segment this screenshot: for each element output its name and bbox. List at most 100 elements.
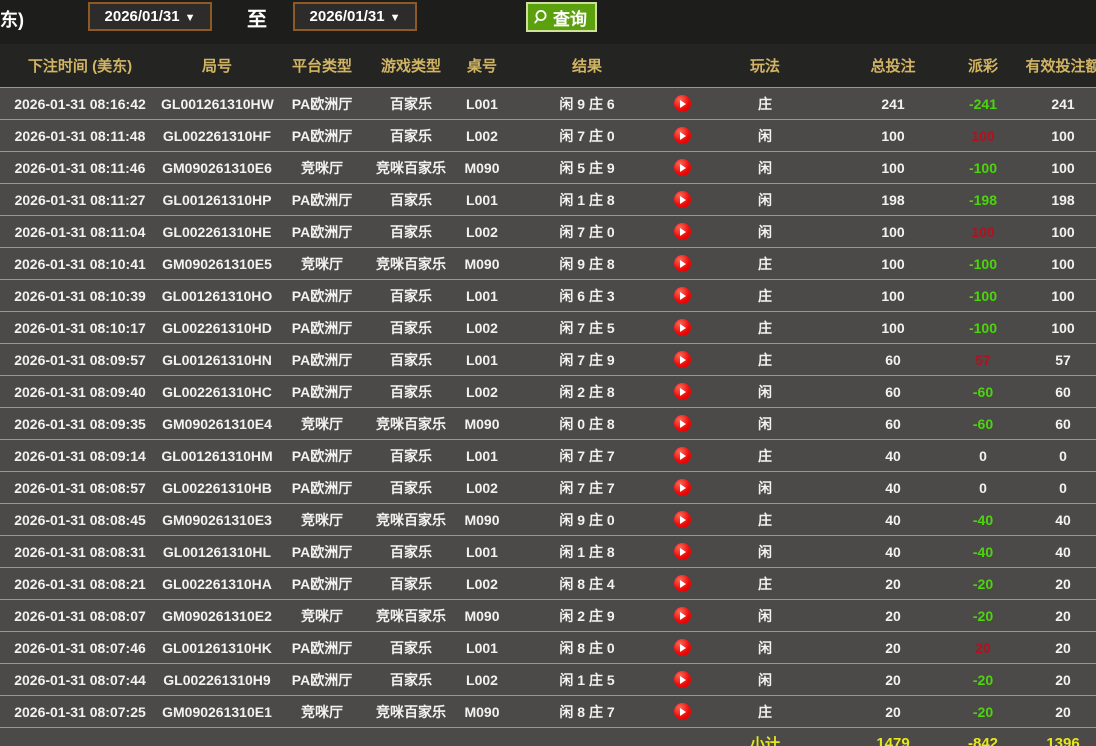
play-triangle-icon bbox=[680, 324, 686, 332]
replay-play-icon[interactable] bbox=[674, 415, 691, 432]
col-header-valid-bet: 有效投注额 bbox=[1008, 44, 1096, 88]
date-to-picker[interactable]: 2026/01/31 ▼ bbox=[293, 2, 417, 31]
bet-time-cell: 2026-01-31 08:09:40 bbox=[0, 376, 160, 408]
valid-bet-cell: 198 bbox=[1008, 184, 1096, 216]
total-bet-cell: 40 bbox=[828, 504, 958, 536]
payout-cell: 57 bbox=[958, 344, 1008, 376]
replay-play-icon[interactable] bbox=[674, 447, 691, 464]
subtotal-payout: -842 bbox=[958, 728, 1008, 746]
total-bet-cell: 100 bbox=[828, 248, 958, 280]
play-type-cell: 闲 bbox=[702, 408, 828, 440]
bet-time-cell: 2026-01-31 08:08:07 bbox=[0, 600, 160, 632]
replay-play-icon[interactable] bbox=[674, 127, 691, 144]
subtotal-spacer bbox=[0, 728, 702, 746]
replay-play-icon[interactable] bbox=[674, 159, 691, 176]
replay-play-icon[interactable] bbox=[674, 607, 691, 624]
replay-cell bbox=[662, 696, 702, 728]
bet-time-cell: 2026-01-31 08:11:46 bbox=[0, 152, 160, 184]
replay-play-icon[interactable] bbox=[674, 319, 691, 336]
table-row: 2026-01-31 08:11:27GL001261310HPPA欧洲厅百家乐… bbox=[0, 184, 1096, 216]
payout-cell: -20 bbox=[958, 664, 1008, 696]
game-type-cell: 百家乐 bbox=[370, 440, 452, 472]
replay-play-icon[interactable] bbox=[674, 639, 691, 656]
table-row: 2026-01-31 08:08:07GM090261310E2竞咪厅竞咪百家乐… bbox=[0, 600, 1096, 632]
bet-time-cell: 2026-01-31 08:11:04 bbox=[0, 216, 160, 248]
play-triangle-icon bbox=[680, 580, 686, 588]
subtotal-total-bet: 1479 bbox=[828, 728, 958, 746]
replay-play-icon[interactable] bbox=[674, 511, 691, 528]
replay-play-icon[interactable] bbox=[674, 703, 691, 720]
table-no-cell: L001 bbox=[452, 280, 512, 312]
game-type-cell: 百家乐 bbox=[370, 184, 452, 216]
replay-play-icon[interactable] bbox=[674, 383, 691, 400]
table-no-cell: L001 bbox=[452, 184, 512, 216]
table-row: 2026-01-31 08:08:45GM090261310E3竞咪厅竞咪百家乐… bbox=[0, 504, 1096, 536]
date-from-picker[interactable]: 2026/01/31 ▼ bbox=[88, 2, 212, 31]
platform-cell: 竞咪厅 bbox=[274, 600, 370, 632]
bet-time-cell: 2026-01-31 08:07:25 bbox=[0, 696, 160, 728]
date-from-value: 2026/01/31 bbox=[105, 8, 180, 25]
game-no-cell: GM090261310E4 bbox=[160, 408, 274, 440]
bet-history-table-wrap: 下注时间 (美东) 局号 平台类型 游戏类型 桌号 结果 玩法 总投注 派彩 有… bbox=[0, 44, 1096, 746]
table-row: 2026-01-31 08:09:40GL002261310HCPA欧洲厅百家乐… bbox=[0, 376, 1096, 408]
replay-cell bbox=[662, 664, 702, 696]
bet-time-cell: 2026-01-31 08:07:44 bbox=[0, 664, 160, 696]
result-cell: 闲 8 庄 4 bbox=[512, 568, 662, 600]
payout-cell: -241 bbox=[958, 88, 1008, 120]
platform-cell: PA欧洲厅 bbox=[274, 664, 370, 696]
replay-play-icon[interactable] bbox=[674, 351, 691, 368]
game-no-cell: GL001261310HO bbox=[160, 280, 274, 312]
result-cell: 闲 7 庄 0 bbox=[512, 216, 662, 248]
replay-play-icon[interactable] bbox=[674, 543, 691, 560]
table-row: 2026-01-31 08:10:39GL001261310HOPA欧洲厅百家乐… bbox=[0, 280, 1096, 312]
game-type-cell: 竞咪百家乐 bbox=[370, 600, 452, 632]
play-triangle-icon bbox=[680, 676, 686, 684]
payout-cell: -100 bbox=[958, 152, 1008, 184]
table-no-cell: L002 bbox=[452, 120, 512, 152]
total-bet-cell: 20 bbox=[828, 664, 958, 696]
replay-cell bbox=[662, 440, 702, 472]
payout-cell: 0 bbox=[958, 472, 1008, 504]
payout-cell: -100 bbox=[958, 280, 1008, 312]
game-type-cell: 百家乐 bbox=[370, 280, 452, 312]
game-no-cell: GM090261310E3 bbox=[160, 504, 274, 536]
col-header-play-type: 玩法 bbox=[702, 44, 828, 88]
game-type-cell: 百家乐 bbox=[370, 88, 452, 120]
game-no-cell: GL001261310HW bbox=[160, 88, 274, 120]
game-no-cell: GL001261310HK bbox=[160, 632, 274, 664]
table-row: 2026-01-31 08:11:48GL002261310HFPA欧洲厅百家乐… bbox=[0, 120, 1096, 152]
total-bet-cell: 100 bbox=[828, 280, 958, 312]
table-row: 2026-01-31 08:07:25GM090261310E1竞咪厅竞咪百家乐… bbox=[0, 696, 1096, 728]
valid-bet-cell: 20 bbox=[1008, 600, 1096, 632]
play-triangle-icon bbox=[680, 708, 686, 716]
table-row: 2026-01-31 08:11:46GM090261310E6竞咪厅竞咪百家乐… bbox=[0, 152, 1096, 184]
result-cell: 闲 1 庄 8 bbox=[512, 184, 662, 216]
search-button[interactable]: 查询 bbox=[526, 2, 597, 32]
bet-time-cell: 2026-01-31 08:08:21 bbox=[0, 568, 160, 600]
replay-cell bbox=[662, 376, 702, 408]
total-bet-cell: 40 bbox=[828, 472, 958, 504]
replay-play-icon[interactable] bbox=[674, 287, 691, 304]
game-no-cell: GM090261310E5 bbox=[160, 248, 274, 280]
replay-play-icon[interactable] bbox=[674, 223, 691, 240]
result-cell: 闲 9 庄 0 bbox=[512, 504, 662, 536]
play-triangle-icon bbox=[680, 516, 686, 524]
payout-cell: -20 bbox=[958, 568, 1008, 600]
table-no-cell: L001 bbox=[452, 88, 512, 120]
result-cell: 闲 7 庄 5 bbox=[512, 312, 662, 344]
replay-play-icon[interactable] bbox=[674, 95, 691, 112]
total-bet-cell: 40 bbox=[828, 440, 958, 472]
replay-play-icon[interactable] bbox=[674, 191, 691, 208]
replay-play-icon[interactable] bbox=[674, 255, 691, 272]
replay-play-icon[interactable] bbox=[674, 479, 691, 496]
total-bet-cell: 20 bbox=[828, 632, 958, 664]
game-type-cell: 竞咪百家乐 bbox=[370, 504, 452, 536]
replay-play-icon[interactable] bbox=[674, 671, 691, 688]
game-type-cell: 竞咪百家乐 bbox=[370, 696, 452, 728]
play-type-cell: 庄 bbox=[702, 440, 828, 472]
replay-play-icon[interactable] bbox=[674, 575, 691, 592]
table-no-cell: M090 bbox=[452, 504, 512, 536]
total-bet-cell: 20 bbox=[828, 696, 958, 728]
play-triangle-icon bbox=[680, 548, 686, 556]
payout-cell: -20 bbox=[958, 696, 1008, 728]
